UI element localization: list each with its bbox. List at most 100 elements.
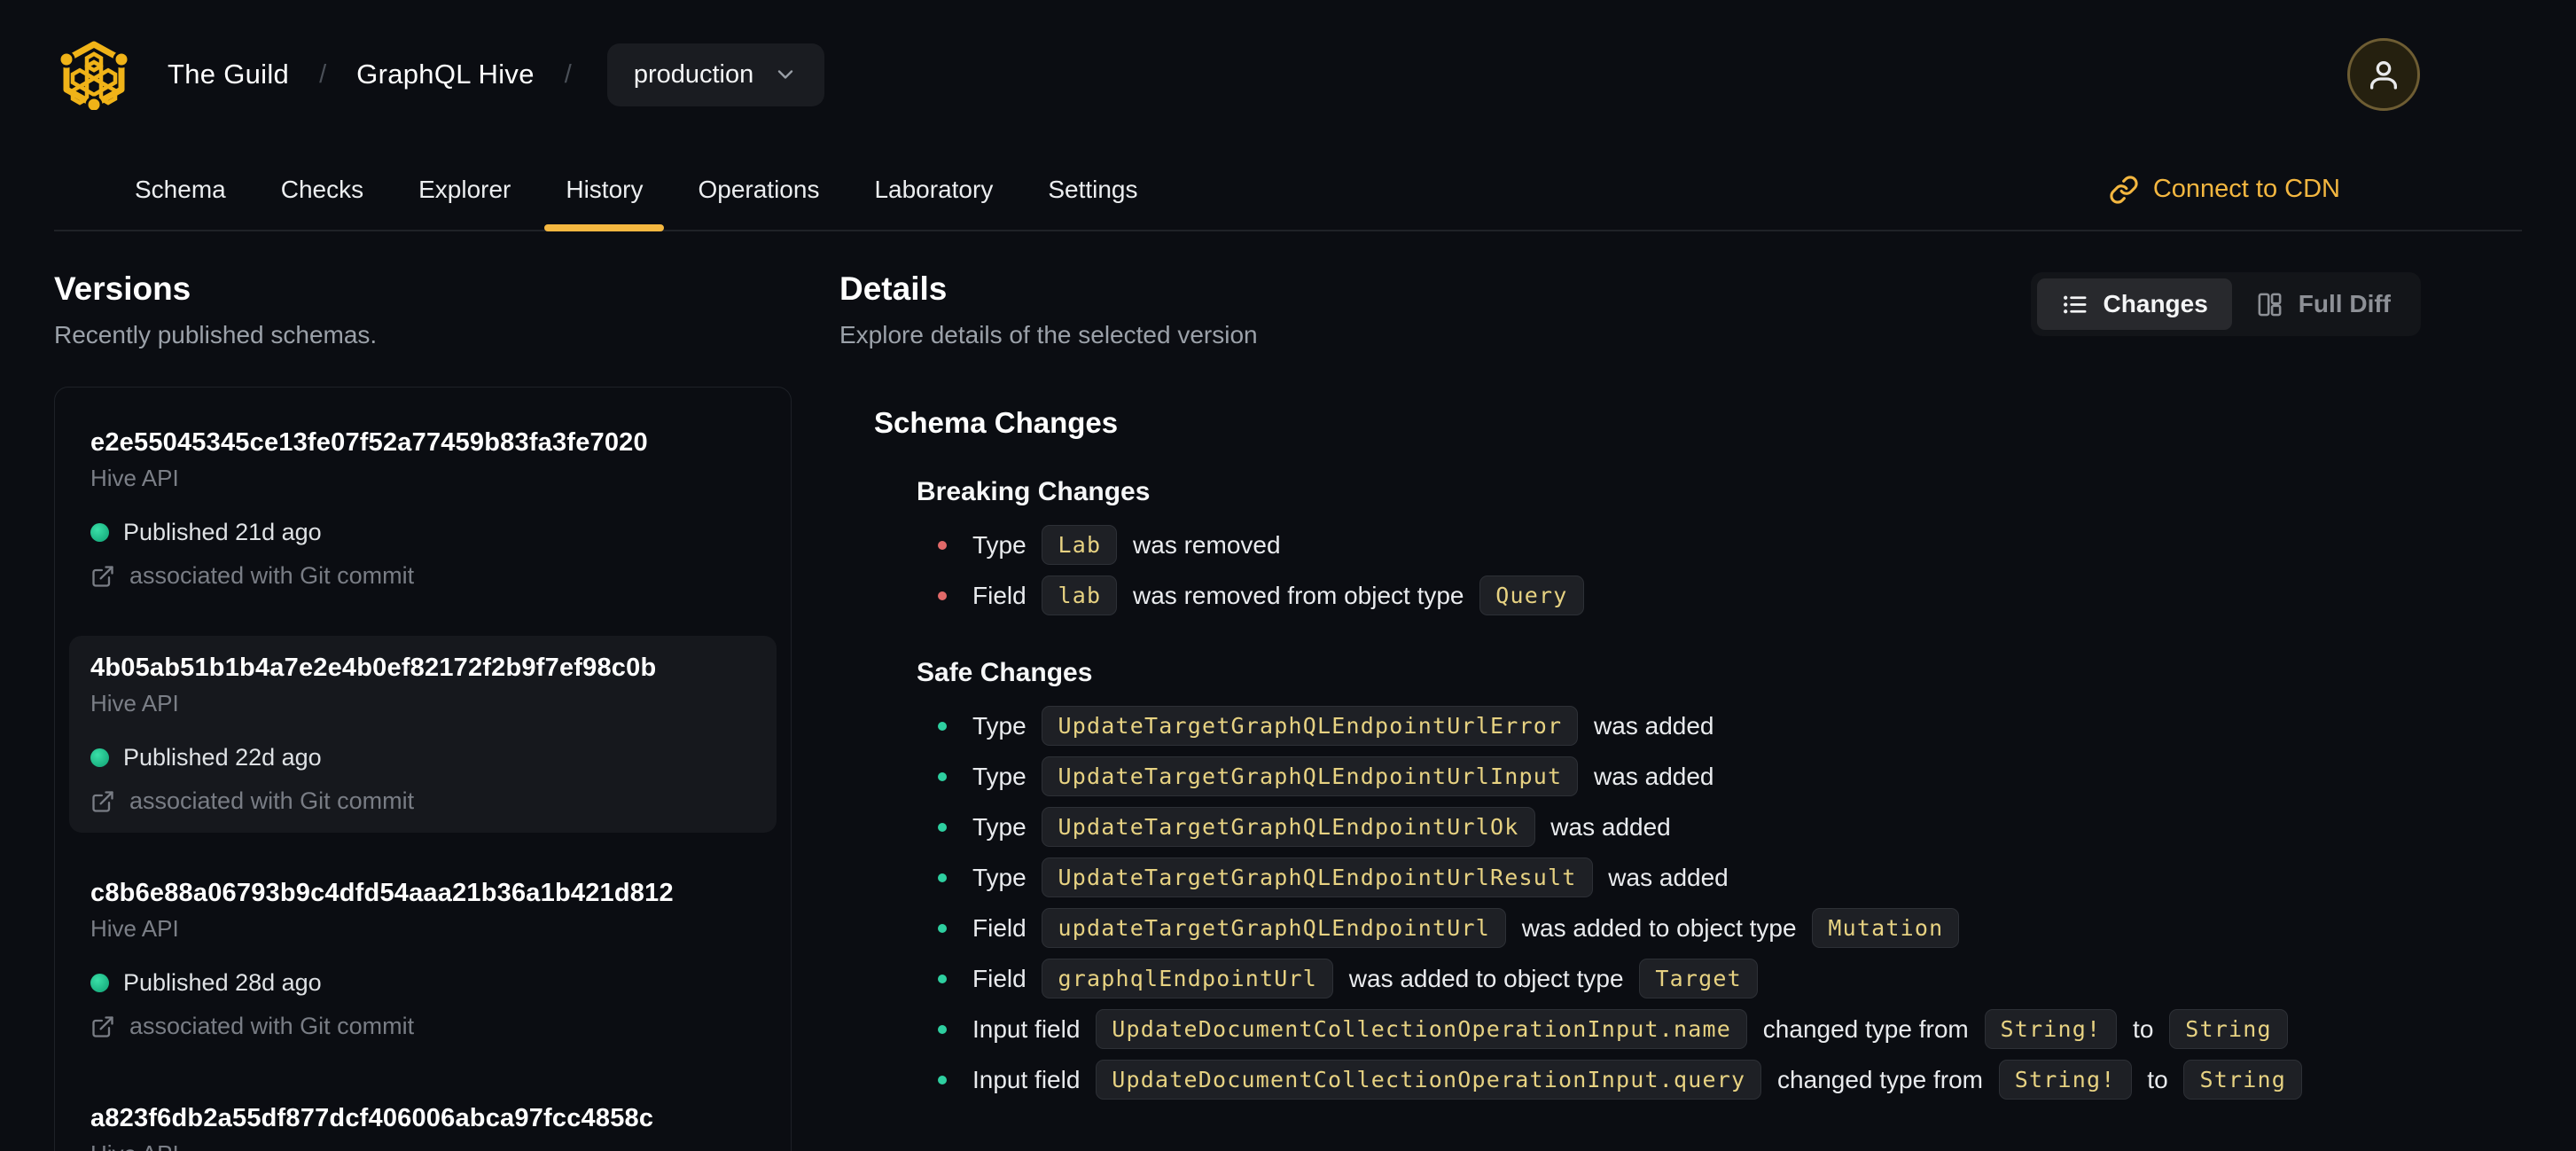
safe-bullet-icon	[938, 822, 947, 832]
safe-bullet-icon	[938, 721, 947, 731]
versions-panel: Versions Recently published schemas. e2e…	[54, 231, 792, 1151]
code-badge: UpdateTargetGraphQLEndpointUrlOk	[1042, 807, 1535, 847]
version-hash: c8b6e88a06793b9c4dfd54aaa21b36a1b421d812	[90, 879, 674, 907]
git-commit-label: associated with Git commit	[129, 1013, 415, 1039]
version-published-row: Published 22d ago	[90, 744, 755, 771]
change-text: was added	[1543, 812, 1671, 841]
version-list: e2e55045345ce13fe07f52a77459b83fa3fe7020…	[54, 387, 792, 1151]
breadcrumb-project[interactable]: GraphQL Hive	[356, 59, 535, 90]
user-avatar-button[interactable]	[2347, 38, 2420, 111]
versions-title: Versions	[54, 270, 191, 307]
change-item: Type UpdateTargetGraphQLEndpointUrlResul…	[938, 852, 2522, 903]
target-selector-dropdown[interactable]: production	[606, 43, 825, 106]
version-service: Hive API	[90, 465, 179, 491]
code-badge: lab	[1042, 576, 1118, 615]
tab-settings[interactable]: Settings	[1026, 149, 1159, 230]
version-card[interactable]: c8b6e88a06793b9c4dfd54aaa21b36a1b421d812…	[69, 861, 777, 1058]
change-text: was removed from object type	[1126, 581, 1471, 609]
code-badge: String!	[1984, 1009, 2118, 1049]
change-item: Input field UpdateDocumentCollectionOper…	[938, 1054, 2522, 1105]
breadcrumb-separator: /	[564, 59, 572, 89]
change-text: was added to object type	[1342, 964, 1631, 992]
code-badge: String!	[1998, 1060, 2132, 1100]
schema-changes-section: Schema Changes Breaking Changes Type Lab…	[874, 406, 2522, 1105]
version-hash: e2e55045345ce13fe07f52a77459b83fa3fe7020	[90, 428, 648, 457]
user-icon	[2370, 61, 2397, 90]
change-text: to	[2140, 1065, 2175, 1093]
change-text: Input field	[972, 1014, 1088, 1043]
breaking-changes-title: Breaking Changes	[917, 477, 1151, 506]
connect-to-cdn-label: Connect to CDN	[2152, 175, 2340, 203]
tab-laboratory[interactable]: Laboratory	[853, 149, 1014, 230]
tab-operations[interactable]: Operations	[676, 149, 840, 230]
change-text: was removed	[1126, 530, 1281, 559]
change-text: Input field	[972, 1065, 1088, 1093]
versions-subtitle: Recently published schemas.	[54, 321, 378, 348]
external-link-icon	[92, 1015, 113, 1037]
change-text: changed type from	[1756, 1014, 1976, 1043]
version-card[interactable]: e2e55045345ce13fe07f52a77459b83fa3fe7020…	[69, 411, 777, 607]
target-selector-value: production	[633, 59, 754, 89]
change-text: was added	[1601, 863, 1729, 891]
change-text: was added	[1587, 762, 1714, 790]
safe-bullet-icon	[938, 873, 947, 882]
code-badge: Target	[1639, 959, 1758, 998]
change-text: to	[2126, 1014, 2161, 1043]
git-commit-label: associated with Git commit	[129, 562, 415, 589]
tab-schema[interactable]: Schema	[113, 149, 247, 230]
published-status-dot-icon	[90, 974, 109, 992]
safe-bullet-icon	[938, 1075, 947, 1084]
changes-toggle-button[interactable]: Changes	[2036, 278, 2232, 330]
version-hash: a823f6db2a55df877dcf406006abca97fcc4858c	[90, 1104, 654, 1132]
version-card[interactable]: a823f6db2a55df877dcf406006abca97fcc4858c…	[69, 1086, 777, 1151]
brand-row: The Guild / GraphQL Hive / production	[54, 0, 2522, 149]
code-badge: String	[2169, 1009, 2288, 1049]
code-badge: UpdateDocumentCollectionOperationInput.q…	[1096, 1060, 1762, 1100]
full-diff-toggle-label: Full Diff	[2298, 290, 2391, 317]
change-item: Type Lab was removed	[938, 520, 2522, 570]
details-panel: Details Explore details of the selected …	[839, 231, 2522, 1151]
external-link-icon	[92, 790, 113, 812]
safe-changes-list: Type UpdateTargetGraphQLEndpointUrlError…	[917, 701, 2522, 1105]
tab-history[interactable]: History	[544, 149, 665, 231]
changes-toggle-label: Changes	[2103, 290, 2208, 317]
details-title: Details	[839, 270, 948, 307]
breaking-bullet-icon	[938, 591, 947, 600]
code-badge: UpdateTargetGraphQLEndpointUrlInput	[1042, 756, 1579, 796]
change-text: Field	[972, 581, 1034, 609]
top-bar: The Guild / GraphQL Hive / production Sc…	[0, 0, 2576, 231]
hive-logo-icon[interactable]	[54, 39, 134, 110]
change-text: Type	[972, 762, 1034, 790]
change-item: Type UpdateTargetGraphQLEndpointUrlOk wa…	[938, 802, 2522, 852]
code-badge: String	[2183, 1060, 2302, 1100]
code-badge: Query	[1479, 576, 1584, 615]
published-status-dot-icon	[90, 748, 109, 767]
change-text: was added	[1587, 711, 1714, 740]
git-commit-link[interactable]: associated with Git commit	[90, 1013, 755, 1040]
tab-checks[interactable]: Checks	[260, 149, 385, 230]
link-icon	[2110, 175, 2138, 204]
main-content: Versions Recently published schemas. e2e…	[0, 231, 2576, 1151]
change-text: Type	[972, 530, 1034, 559]
code-badge: UpdateDocumentCollectionOperationInput.n…	[1096, 1009, 1748, 1049]
change-text: Field	[972, 913, 1034, 942]
chevron-down-icon	[778, 70, 793, 79]
change-text: Type	[972, 863, 1034, 891]
version-card[interactable]: 4b05ab51b1b4a7e2e4b0ef82172f2b9f7ef98c0b…	[69, 636, 777, 833]
change-text: was added to object type	[1515, 913, 1804, 942]
version-published-label: Published 28d ago	[123, 969, 322, 996]
tab-explorer[interactable]: Explorer	[397, 149, 532, 230]
connect-to-cdn-button[interactable]: Connect to CDN	[2109, 149, 2340, 230]
breadcrumb-separator: /	[319, 59, 327, 89]
tab-bar: Schema Checks Explorer History Operations Lab…	[54, 149, 2522, 231]
version-service: Hive API	[90, 1140, 755, 1151]
full-diff-toggle-button[interactable]: Full Diff	[2232, 278, 2415, 330]
external-link-icon	[92, 565, 113, 587]
breaking-changes-list: Type Lab was removed Field lab was remove…	[917, 520, 2522, 621]
breadcrumb-org[interactable]: The Guild	[168, 59, 289, 90]
git-commit-link[interactable]: associated with Git commit	[90, 787, 755, 815]
breaking-bullet-icon	[938, 540, 947, 550]
git-commit-link[interactable]: associated with Git commit	[90, 562, 755, 590]
code-badge: Lab	[1042, 525, 1118, 565]
safe-changes-title: Safe Changes	[917, 658, 1093, 687]
